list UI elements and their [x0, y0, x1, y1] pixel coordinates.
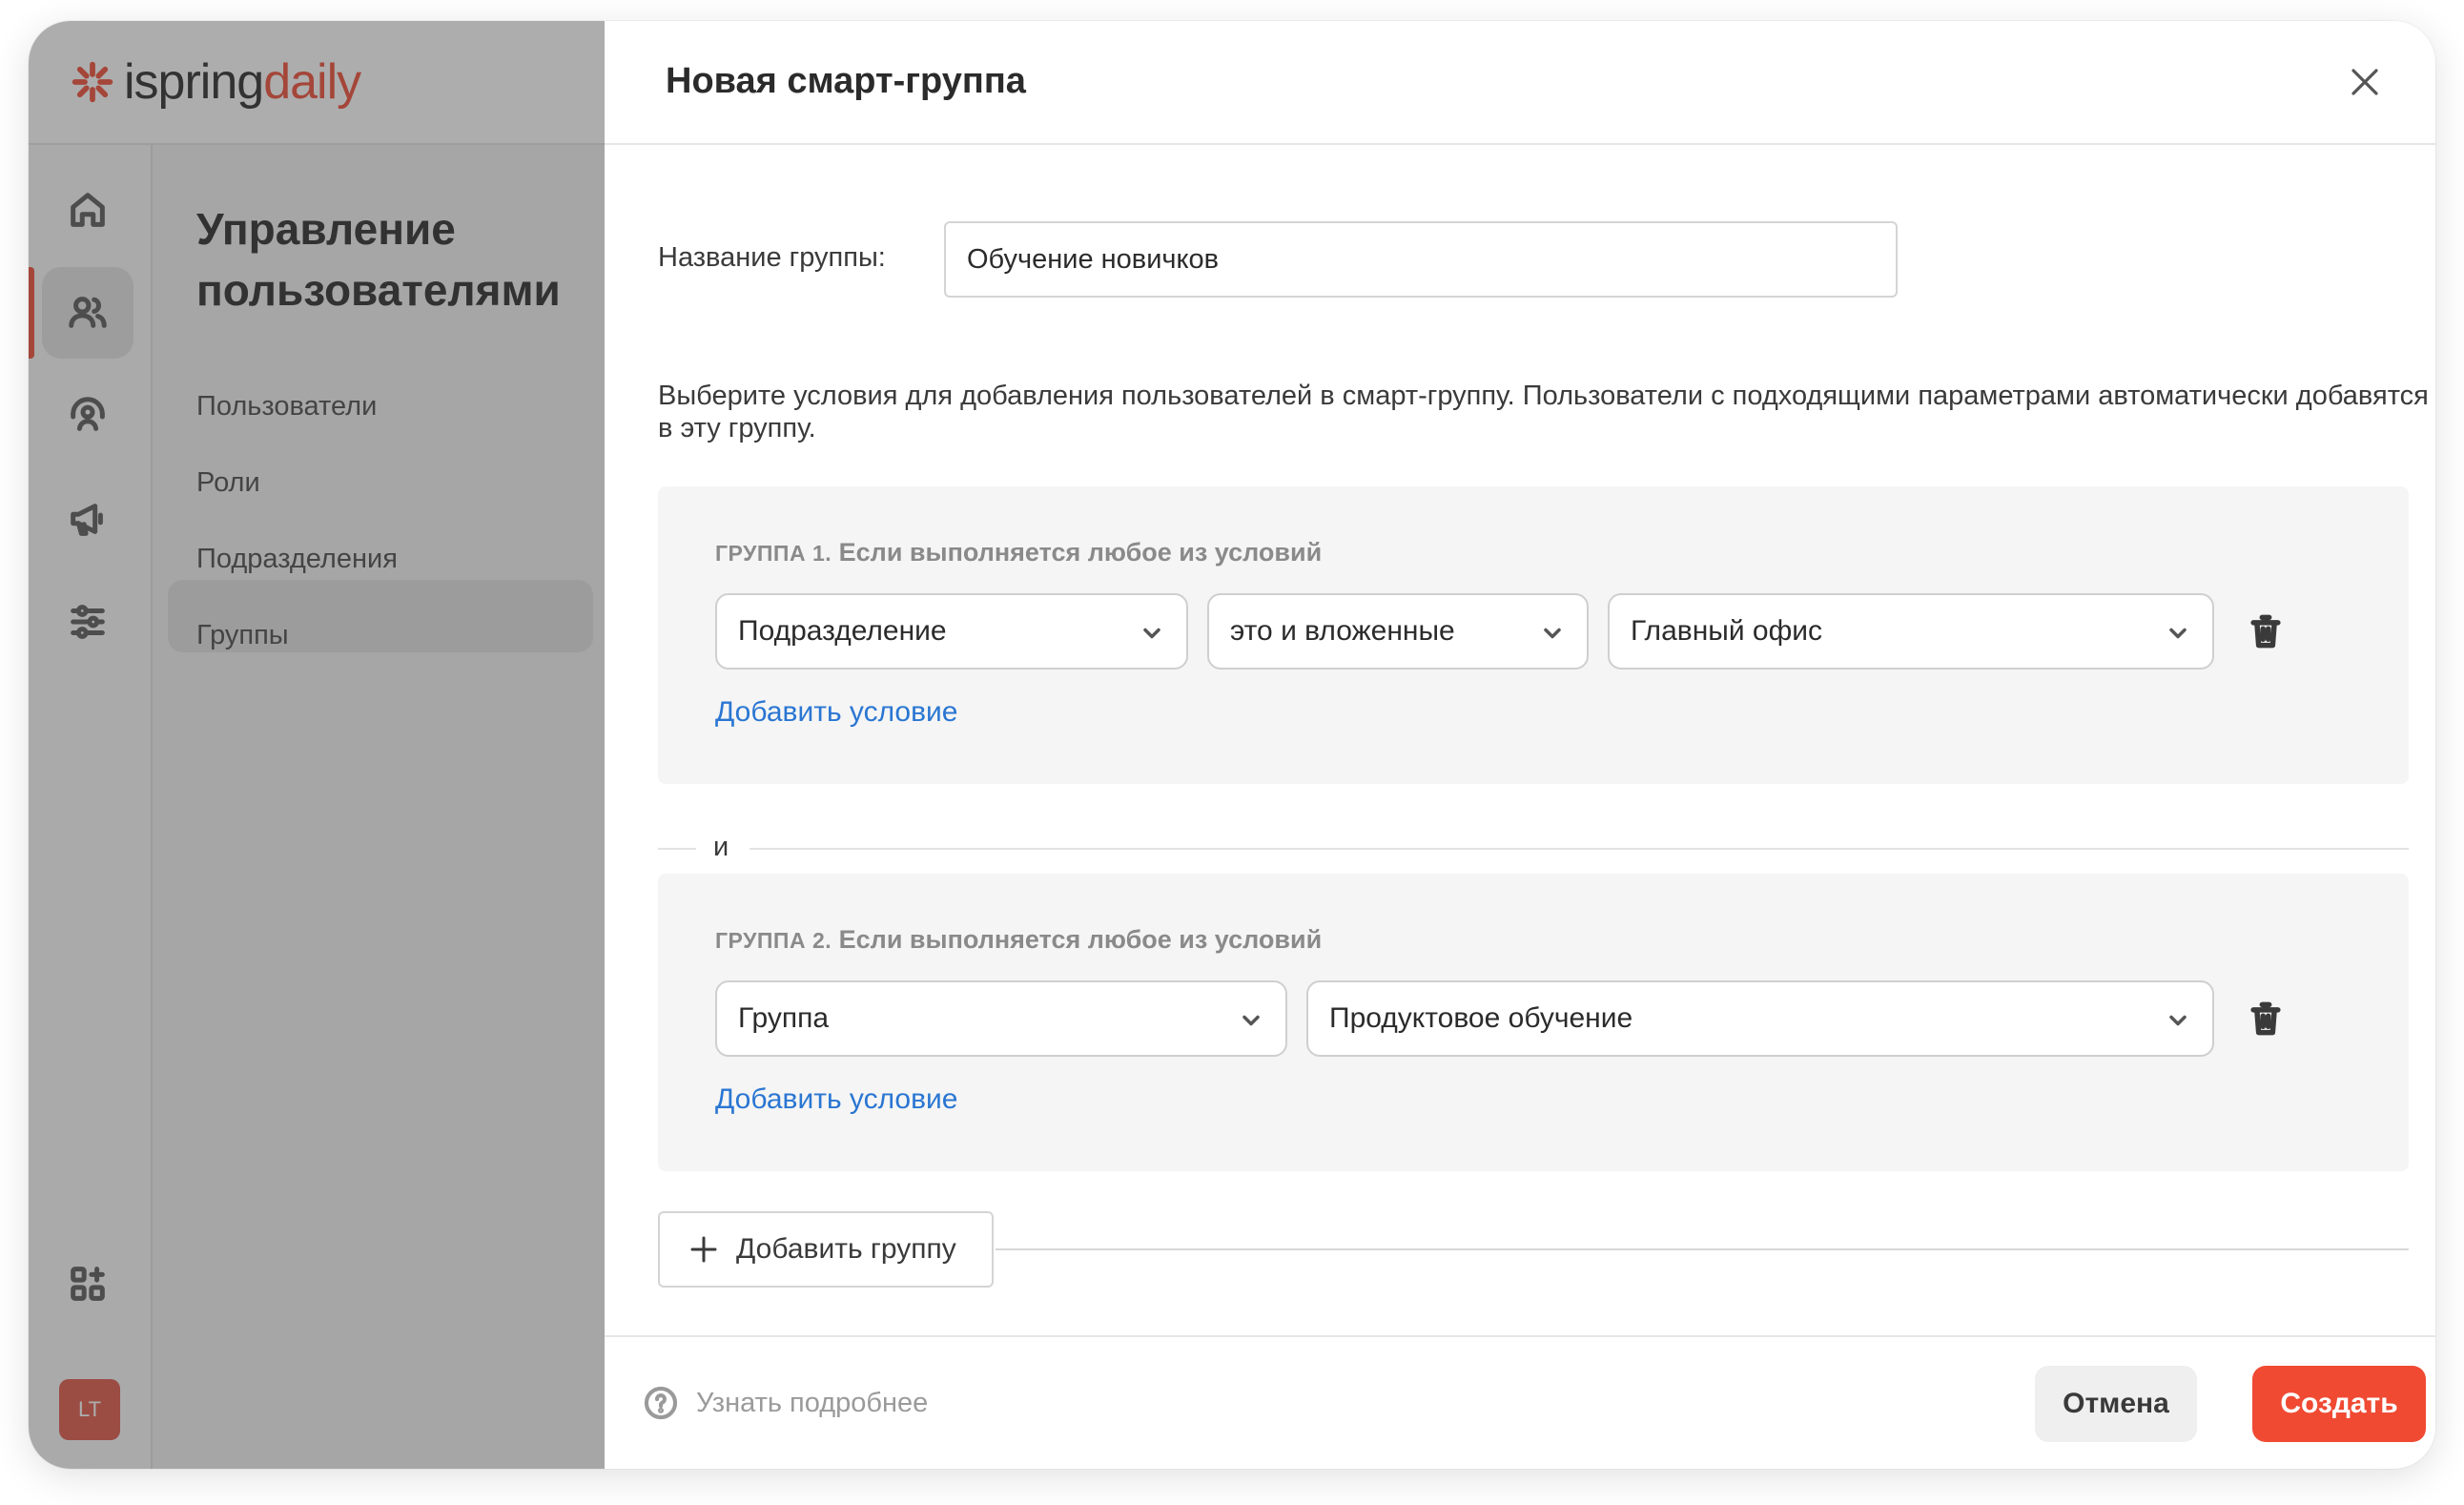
- chevron-down-icon: [2165, 620, 2191, 647]
- chevron-down-icon: [1238, 1007, 1264, 1034]
- group-1-value-select[interactable]: Главный офис: [1608, 593, 2214, 670]
- chevron-down-icon: [1539, 620, 1566, 647]
- group-1-field-select[interactable]: Подразделение: [715, 593, 1188, 670]
- separator-line: [749, 848, 2409, 850]
- group-1-label: ГРУППА 1. Если выполняется любое из усло…: [715, 538, 1322, 567]
- learn-more-link[interactable]: Узнать подробнее: [643, 1385, 928, 1421]
- add-group-button[interactable]: Добавить группу: [658, 1211, 994, 1288]
- close-button[interactable]: [2342, 59, 2388, 105]
- group-1-operator-value: это и вложенные: [1230, 615, 1455, 647]
- group-1-label-text: Если выполняется любое из условий: [832, 538, 1323, 567]
- group-2-value-value: Продуктовое обучение: [1329, 1002, 1633, 1034]
- plus-icon: [690, 1236, 717, 1263]
- group-2-field-select[interactable]: Группа: [715, 980, 1287, 1057]
- dialog-header: Новая смарт-группа: [605, 21, 2435, 145]
- cancel-button[interactable]: Отмена: [2035, 1366, 2197, 1442]
- group-1-label-number: ГРУППА 1.: [715, 541, 832, 566]
- condition-group-2: ГРУППА 2. Если выполняется любое из усло…: [658, 874, 2409, 1171]
- and-label: и: [713, 832, 729, 862]
- delete-condition-button[interactable]: [2245, 610, 2287, 652]
- create-button[interactable]: Создать: [2252, 1366, 2426, 1442]
- delete-condition-button[interactable]: [2245, 998, 2287, 1040]
- group-1-value-value: Главный офис: [1631, 615, 1823, 647]
- app-background: ispringdaily LT Управление пользователям…: [29, 21, 605, 1469]
- separator-line: [658, 848, 696, 850]
- app-window: ispringdaily LT Управление пользователям…: [29, 21, 2435, 1469]
- and-separator: и: [658, 830, 2409, 868]
- add-group-label: Добавить группу: [736, 1233, 956, 1265]
- modal-backdrop[interactable]: [29, 21, 605, 1469]
- group-name-input[interactable]: [944, 221, 1898, 298]
- chevron-down-icon: [1139, 620, 1165, 647]
- group-1-operator-select[interactable]: это и вложенные: [1207, 593, 1589, 670]
- dialog-title: Новая смарт-группа: [666, 61, 1026, 101]
- condition-group-1: ГРУППА 1. Если выполняется любое из усло…: [658, 486, 2409, 784]
- group-2-label-text: Если выполняется любое из условий: [832, 925, 1323, 954]
- smart-group-dialog: Новая смарт-группа Название группы: Выбе…: [605, 21, 2435, 1469]
- group-2-value-select[interactable]: Продуктовое обучение: [1306, 980, 2214, 1057]
- group-name-label: Название группы:: [658, 242, 886, 273]
- add-condition-link[interactable]: Добавить условие: [715, 1083, 958, 1116]
- add-condition-link[interactable]: Добавить условие: [715, 696, 958, 729]
- conditions-description: Выберите условия для добавления пользова…: [658, 381, 2429, 443]
- divider: [996, 1248, 2409, 1250]
- chevron-down-icon: [2165, 1007, 2191, 1034]
- group-2-field-value: Группа: [738, 1002, 830, 1034]
- group-2-label: ГРУППА 2. Если выполняется любое из усло…: [715, 925, 1322, 955]
- dialog-footer: Узнать подробнее Отмена Создать: [605, 1335, 2435, 1469]
- group-2-label-number: ГРУППА 2.: [715, 928, 832, 953]
- group-1-field-value: Подразделение: [738, 615, 947, 647]
- learn-more-label: Узнать подробнее: [696, 1387, 929, 1418]
- trash-icon: [2250, 614, 2281, 649]
- close-icon: [2351, 69, 2378, 95]
- trash-icon: [2250, 1001, 2281, 1036]
- help-icon: [644, 1386, 678, 1420]
